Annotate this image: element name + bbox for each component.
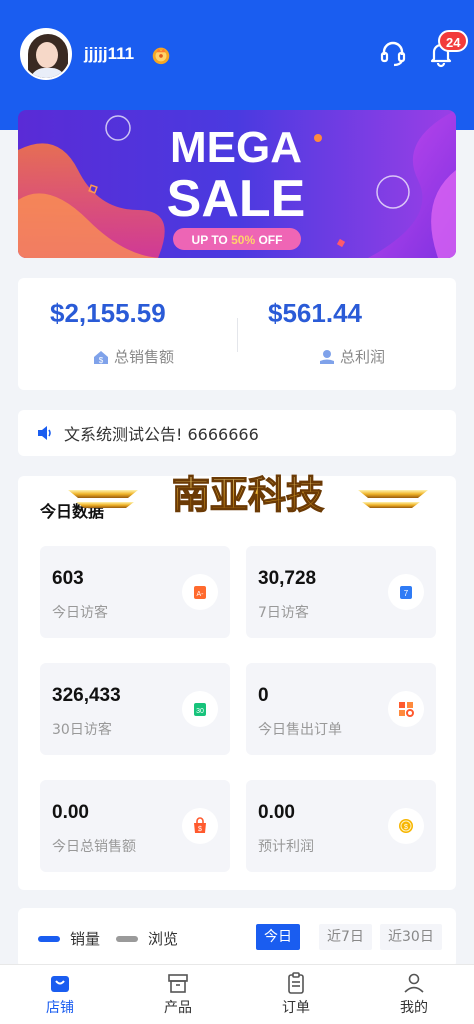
promo-banner[interactable]: MEGA SALE UP TO 50% OFF <box>18 110 456 258</box>
svg-text:7: 7 <box>404 589 409 598</box>
legend-sales-label: 销量 <box>70 930 101 948</box>
shop-bag-icon <box>51 976 69 992</box>
total-sales-label: 总销售额 <box>114 348 175 366</box>
stat-value: 0.00 <box>258 802 295 823</box>
stat-label: 今日售出订单 <box>258 722 342 738</box>
brand-logo: 南亚科技 <box>68 472 428 518</box>
sales-summary-card: $2,155.59 $ 总销售额 $561.44 总利润 <box>18 278 456 390</box>
svg-text:30: 30 <box>196 708 204 715</box>
range-30day-button[interactable]: 近30日 <box>380 924 442 950</box>
calendar-7-icon: 7 <box>388 574 424 610</box>
total-profit-value: $561.44 <box>268 298 362 328</box>
range-7day-button[interactable]: 近7日 <box>319 924 372 950</box>
stat-7day-visitors[interactable]: 30,728 7日访客 7 <box>246 546 436 638</box>
today-data-card: 今日数据 南亚科技 603 今日访客 A- 30,728 7日访客 7 326,… <box>18 472 456 890</box>
tab-orders[interactable]: 订单 <box>256 971 336 1017</box>
total-sales-label-group: $ 总销售额 <box>92 346 174 367</box>
tab-profile[interactable]: 我的 <box>374 971 454 1017</box>
stat-value: 326,433 <box>52 685 121 706</box>
stat-label: 30日访客 <box>52 722 112 738</box>
trend-chart-card: 销量 浏览 今日 近7日 近30日 <box>18 908 456 968</box>
person-icon <box>404 973 424 993</box>
grid-search-icon <box>388 691 424 727</box>
stat-today-orders[interactable]: 0 今日售出订单 <box>246 663 436 755</box>
tab-shop[interactable]: 店铺 <box>20 971 100 1017</box>
legend-views-label: 浏览 <box>148 930 179 948</box>
stat-today-visitors[interactable]: 603 今日访客 A- <box>40 546 230 638</box>
stat-label: 今日访客 <box>52 605 108 621</box>
svg-text:$: $ <box>404 824 408 831</box>
legend-sales-swatch <box>38 935 60 942</box>
total-profit-label: 总利润 <box>340 348 386 366</box>
shopping-bag-icon: $ <box>182 808 218 844</box>
speaker-icon <box>38 426 51 440</box>
hand-coin-icon <box>320 349 334 364</box>
stat-label: 预计利润 <box>258 839 314 855</box>
tab-profile-label: 我的 <box>400 1000 428 1016</box>
calendar-30-icon: 30 <box>182 691 218 727</box>
announcement-text: 文系统测试公告! 6666666 <box>64 425 259 444</box>
stat-30day-visitors[interactable]: 326,433 30日访客 30 <box>40 663 230 755</box>
box-icon <box>168 974 188 993</box>
clipboard-icon <box>288 972 304 994</box>
banner-mega: MEGA <box>170 123 302 172</box>
tab-products-label: 产品 <box>164 1000 192 1016</box>
stat-today-sales[interactable]: 0.00 今日总销售额 $ <box>40 780 230 872</box>
brand-logo-text: 南亚科技 <box>172 473 324 517</box>
house-dollar-icon: $ <box>94 350 108 365</box>
stat-value: 0 <box>258 685 269 706</box>
tab-shop-label: 店铺 <box>46 1000 74 1016</box>
stat-expected-profit[interactable]: 0.00 预计利润 $ <box>246 780 436 872</box>
stat-value: 30,728 <box>258 568 317 589</box>
svg-text:$: $ <box>99 356 104 365</box>
announcement-bar[interactable]: 文系统测试公告! 6666666 <box>18 410 456 456</box>
notification-count-badge: 24 <box>438 30 469 52</box>
stat-value: 0.00 <box>52 802 89 823</box>
total-profit-label-group: 总利润 <box>318 346 385 367</box>
range-today-button[interactable]: 今日 <box>256 924 300 950</box>
total-sales-value: $2,155.59 <box>50 298 166 328</box>
user-avatar[interactable] <box>20 28 72 80</box>
bottom-tab-bar: 店铺 产品 订单 我的 <box>0 964 474 1024</box>
svg-text:A-: A- <box>197 591 205 598</box>
svg-text:$: $ <box>198 826 202 833</box>
tab-products[interactable]: 产品 <box>138 971 218 1017</box>
tab-orders-label: 订单 <box>282 1000 310 1016</box>
legend-sales[interactable]: 销量 <box>38 928 100 949</box>
stat-label: 7日访客 <box>258 605 309 621</box>
stat-value: 603 <box>52 568 84 589</box>
legend-views-swatch <box>116 935 138 942</box>
mega-sale-banner-image: MEGA SALE UP TO 50% OFF <box>18 110 456 258</box>
username: jjjjj111 <box>84 44 135 63</box>
svg-text:UP TO 50% OFF: UP TO 50% OFF <box>192 233 283 247</box>
stat-label: 今日总销售额 <box>52 839 136 855</box>
headset-icon[interactable] <box>378 38 408 68</box>
divider <box>237 318 238 352</box>
coin-icon: $ <box>388 808 424 844</box>
vip-crown-icon <box>152 47 170 65</box>
banner-sale: SALE <box>167 170 306 228</box>
calendar-a-icon: A- <box>182 574 218 610</box>
legend-views[interactable]: 浏览 <box>116 928 178 949</box>
